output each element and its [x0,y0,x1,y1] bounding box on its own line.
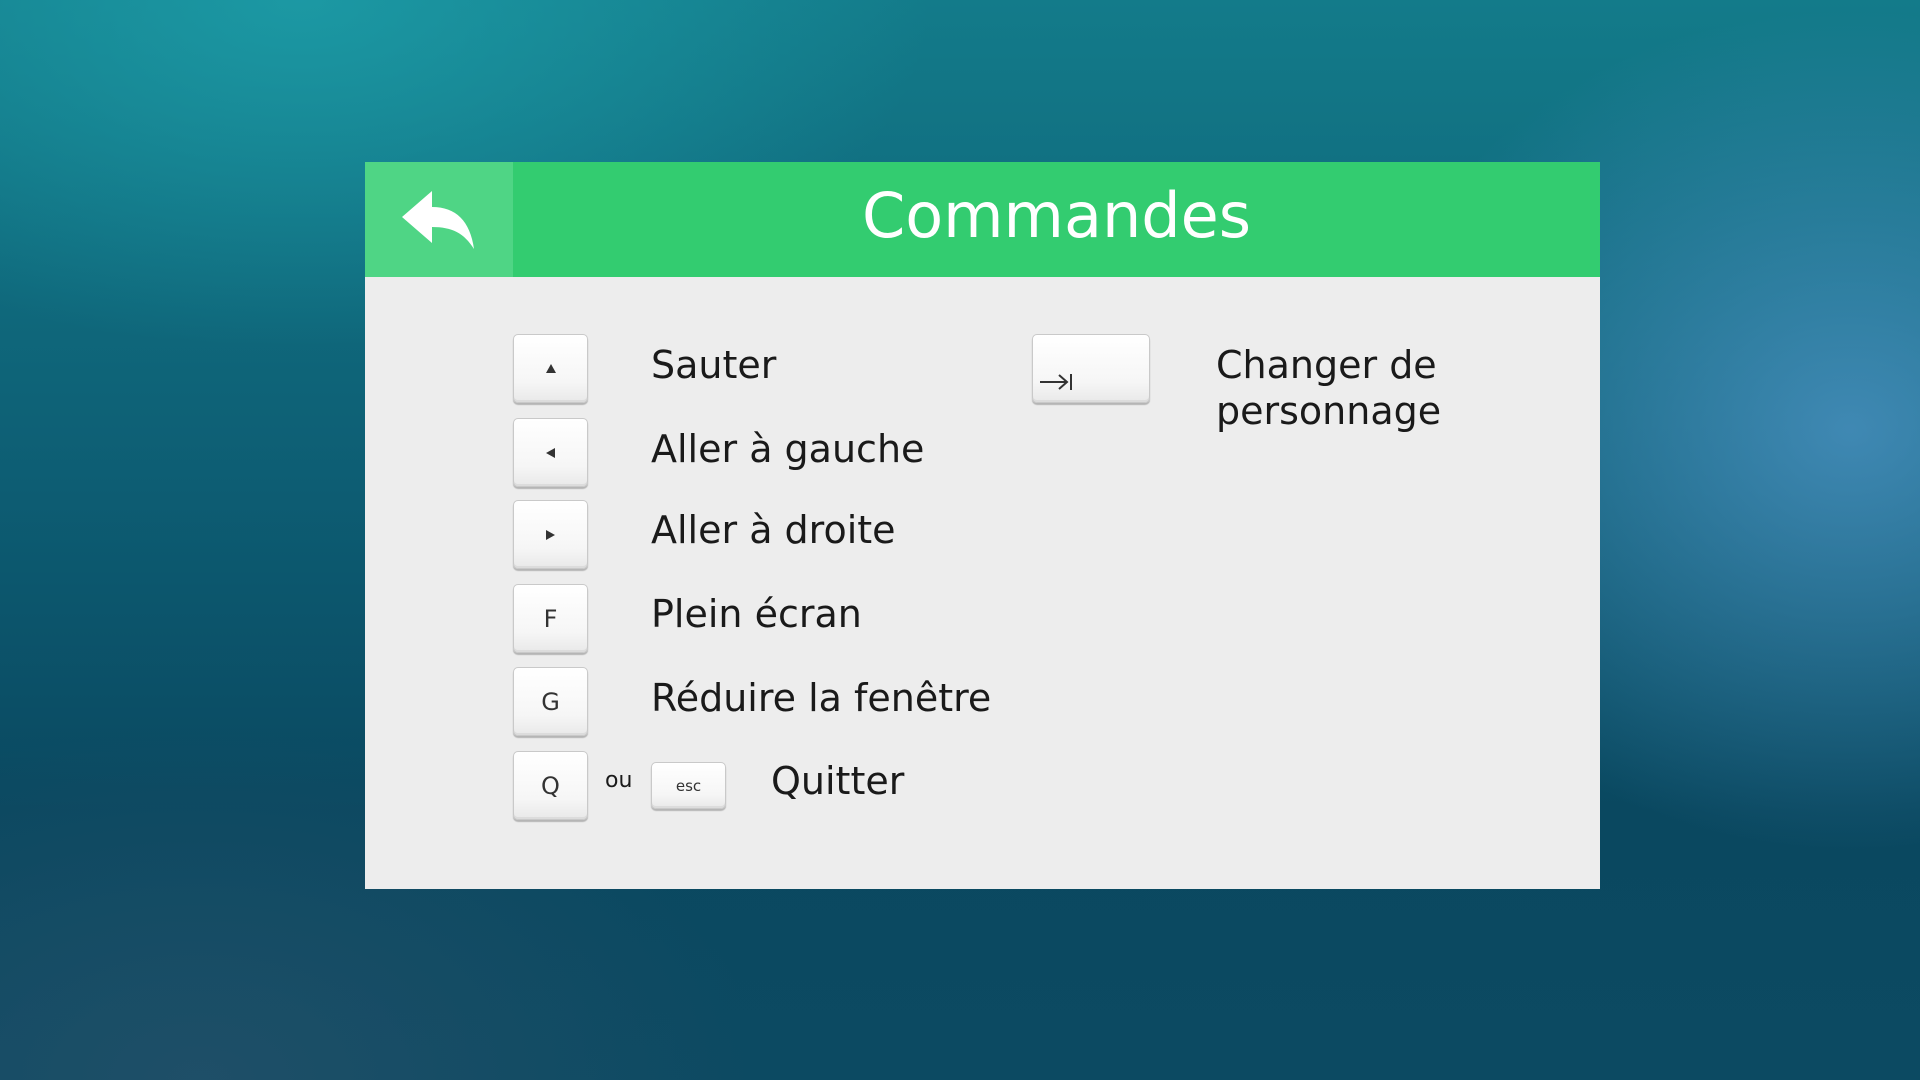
command-label-jump: Sauter [651,343,777,387]
key-g[interactable]: G [513,667,588,736]
or-text: ou [605,768,633,793]
key-right-arrow[interactable] [513,500,588,569]
back-arrow-icon [402,190,474,249]
command-label-right: Aller à droite [651,508,896,552]
key-esc[interactable]: esc [651,762,726,809]
triangle-left-icon [546,447,555,458]
tab-icon [1040,374,1072,390]
command-label-fullscreen: Plein écran [651,592,862,636]
page-title: Commandes [861,179,1252,252]
key-f[interactable]: F [513,584,588,653]
key-up-arrow[interactable] [513,334,588,403]
command-label-minimize: Réduire la fenêtre [651,676,992,720]
key-left-arrow[interactable] [513,418,588,487]
header-bar: Commandes [365,162,1600,277]
command-label-left: Aller à gauche [651,427,925,471]
triangle-up-icon [545,364,556,373]
back-button[interactable] [365,162,513,277]
command-label-quit: Quitter [771,759,905,803]
command-label-switch: Changer de personnage [1216,343,1442,433]
key-q[interactable]: Q [513,751,588,820]
key-tab[interactable] [1032,334,1150,403]
controls-panel: Commandes Sauter Aller à gauche Aller à … [365,162,1600,889]
triangle-right-icon [546,529,555,540]
